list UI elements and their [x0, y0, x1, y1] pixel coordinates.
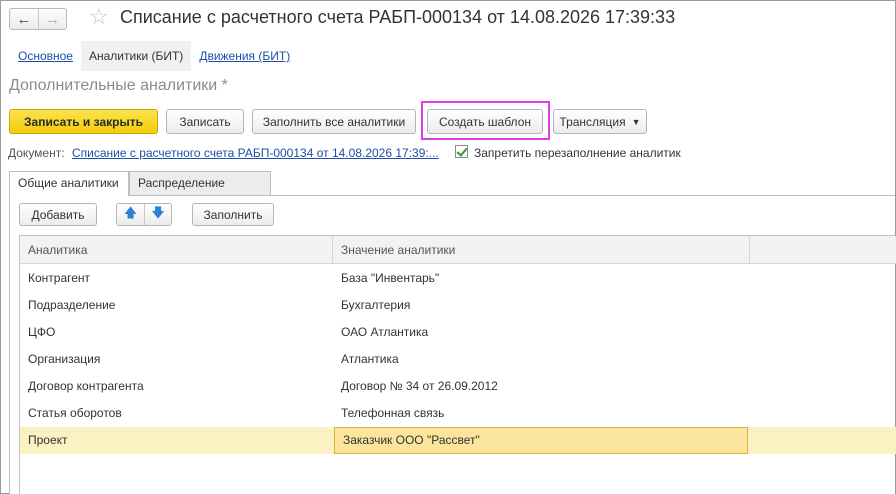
document-label: Документ:: [8, 146, 65, 160]
column-header-analytics[interactable]: Аналитика: [20, 236, 333, 264]
favorite-star-icon[interactable]: ☆: [89, 6, 109, 28]
column-header-value[interactable]: Значение аналитики: [333, 236, 750, 264]
value-cell-editing[interactable]: Заказчик ООО "Рассвет": [334, 427, 748, 454]
section-tab-analytics[interactable]: Аналитики (БИТ): [80, 41, 192, 71]
move-up-icon[interactable]: 🡅: [117, 204, 144, 225]
forward-arrow-icon[interactable]: →: [38, 9, 66, 29]
table-row[interactable]: Договор контрагента Договор № 34 от 26.0…: [20, 373, 896, 400]
analytics-cell: Организация: [28, 352, 101, 366]
tab-fact-distribution[interactable]: Распределение факта: [129, 171, 271, 212]
analytics-cell: ЦФО: [28, 325, 56, 339]
section-tab-main[interactable]: Основное: [10, 41, 81, 71]
fill-button[interactable]: Заполнить: [192, 203, 274, 226]
table-row[interactable]: Статья оборотов Телефонная связь: [20, 400, 896, 427]
prohibit-refill-checkbox[interactable]: [455, 145, 468, 158]
value-cell[interactable]: База "Инвентарь": [333, 265, 439, 292]
document-link[interactable]: Списание с расчетного счета РАБП-000134 …: [72, 146, 439, 160]
value-cell[interactable]: Бухгалтерия: [333, 292, 410, 319]
table-row[interactable]: Организация Атлантика: [20, 346, 896, 373]
highlight-frame: [421, 101, 550, 140]
chevron-down-icon: ▼: [631, 116, 641, 127]
fill-all-analytics-button[interactable]: Заполнить все аналитики: [252, 109, 416, 134]
analytics-cell: Проект: [28, 433, 68, 447]
move-buttons: 🡅 🡇: [116, 203, 172, 226]
value-cell[interactable]: Договор № 34 от 26.09.2012: [333, 373, 498, 400]
table-row[interactable]: Контрагент База "Инвентарь": [20, 265, 896, 292]
table-header: Аналитика Значение аналитики: [20, 236, 896, 264]
window-title: Списание с расчетного счета РАБП-000134 …: [120, 7, 676, 27]
table-row[interactable]: Подразделение Бухгалтерия: [20, 292, 896, 319]
back-arrow-icon[interactable]: ←: [10, 9, 38, 29]
analytics-cell: Договор контрагента: [28, 379, 144, 393]
form-title: Дополнительные аналитики *: [9, 77, 228, 94]
tab-general-analytics[interactable]: Общие аналитики: [9, 171, 129, 196]
analytics-cell: Подразделение: [28, 298, 116, 312]
table-row-selected[interactable]: Проект Заказчик ООО "Рассвет": [20, 427, 896, 454]
value-cell[interactable]: Атлантика: [333, 346, 399, 373]
add-button[interactable]: Добавить: [19, 203, 97, 226]
translation-dropdown-button[interactable]: Трансляция ▼: [553, 109, 647, 134]
analytics-cell: Статья оборотов: [28, 406, 122, 420]
value-cell[interactable]: Телефонная связь: [333, 400, 444, 427]
save-button[interactable]: Записать: [166, 109, 244, 134]
section-tabs: Основное Аналитики (БИТ) Движения (БИТ): [10, 41, 298, 71]
history-nav: ← →: [9, 8, 67, 30]
value-cell[interactable]: ОАО Атлантика: [333, 319, 428, 346]
table-row[interactable]: ЦФО ОАО Атлантика: [20, 319, 896, 346]
move-down-icon[interactable]: 🡇: [144, 204, 171, 225]
save-and-close-button[interactable]: Записать и закрыть: [9, 109, 158, 134]
analytics-cell: Контрагент: [28, 271, 91, 285]
prohibit-refill-label[interactable]: Запретить перезаполнение аналитик: [474, 146, 681, 160]
section-tab-movements[interactable]: Движения (БИТ): [191, 41, 298, 71]
analytics-table: Аналитика Значение аналитики Контрагент …: [19, 235, 896, 494]
translation-label: Трансляция: [559, 114, 626, 129]
